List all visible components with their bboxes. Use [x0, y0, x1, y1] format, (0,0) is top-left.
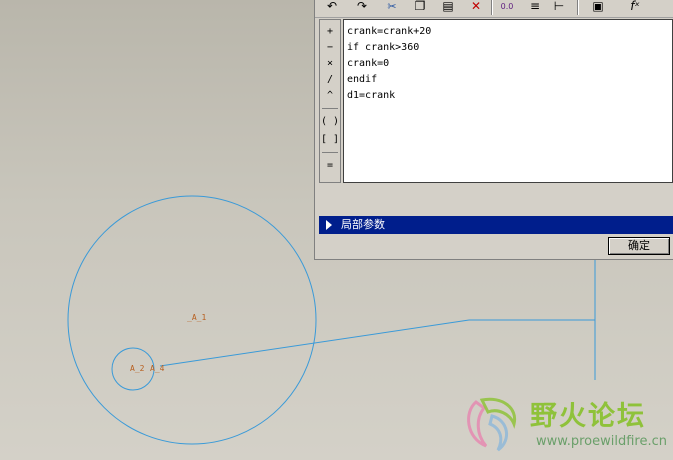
cut-icon[interactable]: ✂	[383, 0, 401, 15]
unit-icon[interactable]: ≡	[527, 0, 543, 15]
copy-icon[interactable]: ❐	[411, 0, 429, 15]
local-parameters-section[interactable]: 局部参数	[319, 216, 673, 234]
relation-line: crank=0	[347, 58, 390, 69]
multiply-operator-button[interactable]: ×	[320, 56, 340, 72]
relations-dialog: ↶ ↷ ✂ ❐ ▤ ✕ 0.0 ≡ ⊢ ▣ fˣ + − × / ^ ( ) […	[314, 0, 673, 260]
delete-icon[interactable]: ✕	[467, 0, 485, 15]
watermark: 野火论坛 www.proewildfire.cn	[462, 394, 673, 456]
watermark-url: www.proewildfire.cn	[536, 434, 667, 449]
verify-icon[interactable]: ⊢	[551, 0, 567, 15]
relations-toolbar: ↶ ↷ ✂ ❐ ▤ ✕ 0.0 ≡ ⊢ ▣ fˣ	[315, 0, 673, 18]
minus-operator-button[interactable]: −	[320, 40, 340, 56]
ok-button[interactable]: 确定	[608, 237, 670, 255]
axis-label-a2: A_2	[130, 364, 145, 373]
divide-operator-button[interactable]: /	[320, 72, 340, 88]
connecting-rod	[159, 319, 470, 367]
local-parameters-label: 局部参数	[341, 218, 385, 231]
undo-icon[interactable]: ↶	[323, 0, 341, 15]
plus-operator-button[interactable]: +	[320, 24, 340, 40]
operator-toolbar: + − × / ^ ( ) [ ] =	[319, 19, 341, 183]
equals-operator-button[interactable]: =	[320, 158, 340, 174]
redo-icon[interactable]: ↷	[353, 0, 371, 15]
function-icon[interactable]: fˣ	[623, 0, 647, 15]
forum-logo-icon	[467, 397, 517, 452]
power-operator-button[interactable]: ^	[320, 88, 340, 104]
axis-label-a4: A_4	[150, 364, 165, 373]
relation-line: d1=crank	[347, 90, 396, 101]
expand-arrow-icon[interactable]	[326, 220, 332, 230]
evaluate-icon[interactable]: 0.0	[497, 0, 517, 15]
relations-editor[interactable]: crank=crank+20 if crank>360 crank=0 endi…	[343, 19, 673, 183]
relation-line: crank=crank+20	[347, 26, 432, 37]
brackets-operator-button[interactable]: [ ]	[320, 132, 340, 148]
sort-icon[interactable]: ▣	[587, 0, 609, 15]
paste-icon[interactable]: ▤	[439, 0, 457, 15]
parentheses-operator-button[interactable]: ( )	[320, 114, 340, 130]
axis-label-a1: _A_1	[187, 313, 206, 322]
relation-line: if crank>360	[347, 42, 420, 53]
relation-line: endif	[347, 74, 378, 85]
watermark-title: 野火论坛	[530, 401, 646, 432]
